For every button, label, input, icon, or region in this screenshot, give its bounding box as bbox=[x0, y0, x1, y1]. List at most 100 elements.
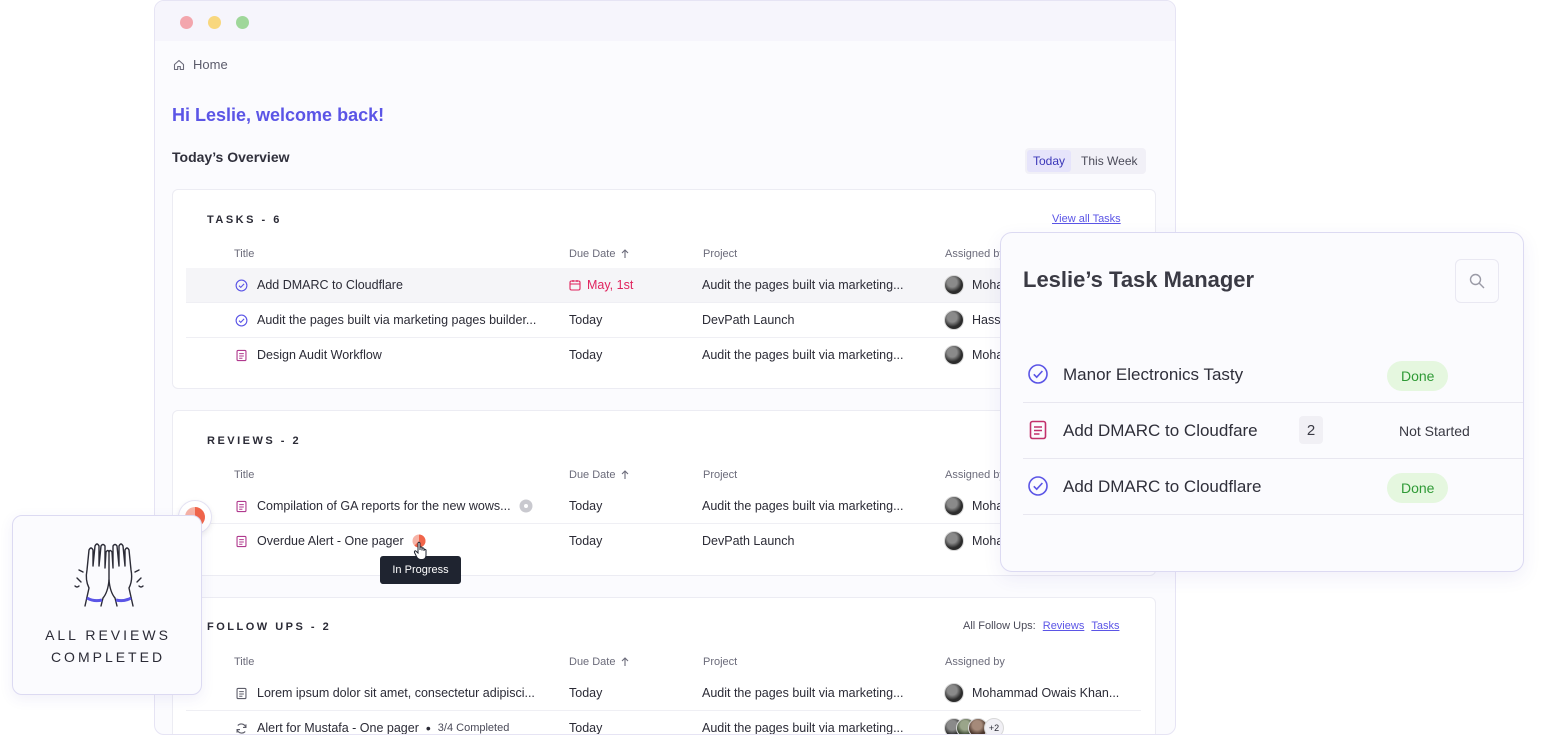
review-row[interactable]: Compilation of GA reports for the new wo… bbox=[186, 489, 1141, 524]
reviews-completed-line1: ALL REVIEWS bbox=[45, 627, 171, 643]
col-due-date-label: Due Date bbox=[569, 469, 616, 481]
home-icon bbox=[173, 59, 185, 70]
task-manager-item[interactable]: Add DMARC to Cloudflare Done bbox=[1023, 459, 1523, 515]
task-title[interactable]: Audit the pages built via marketing page… bbox=[257, 303, 536, 337]
filter-tasks-link[interactable]: Tasks bbox=[1091, 620, 1119, 632]
high-five-icon bbox=[74, 543, 144, 607]
reviews-completed-line2: COMPLETED bbox=[50, 649, 166, 665]
col-title[interactable]: Title bbox=[234, 656, 254, 668]
review-assignee: Moha bbox=[944, 489, 1003, 523]
review-project: Audit the pages built via marketing... bbox=[702, 499, 904, 513]
maximize-window-button[interactable] bbox=[236, 16, 249, 29]
tasks-heading: TASKS - 6 bbox=[207, 214, 282, 226]
status-badge[interactable]: Not Started bbox=[1399, 403, 1470, 459]
minimize-window-button[interactable] bbox=[208, 16, 221, 29]
avatar bbox=[944, 310, 964, 330]
status-badge[interactable]: Done bbox=[1387, 361, 1449, 391]
col-due-date[interactable]: Due Date bbox=[569, 248, 629, 260]
task-due-date-label: May, 1st bbox=[587, 278, 634, 292]
view-all-tasks-link[interactable]: View all Tasks bbox=[1052, 213, 1121, 225]
sort-arrow-up-icon bbox=[622, 249, 629, 258]
task-project: DevPath Launch bbox=[702, 313, 795, 327]
col-assigned-by[interactable]: Assigned by bbox=[945, 656, 1005, 668]
check-circle-icon bbox=[1028, 364, 1048, 384]
breadcrumb-home-label[interactable]: Home bbox=[193, 57, 228, 72]
review-title-label[interactable]: Overdue Alert - One pager bbox=[257, 534, 404, 548]
search-button[interactable] bbox=[1455, 259, 1499, 303]
review-due-date: Today bbox=[569, 534, 603, 548]
task-due-date: May, 1st bbox=[569, 268, 633, 302]
breadcrumb[interactable]: Home bbox=[173, 57, 228, 72]
tab-this-week[interactable]: This Week bbox=[1075, 150, 1143, 172]
task-manager-item[interactable]: Manor Electronics Tasty Done bbox=[1023, 347, 1523, 403]
task-manager-item[interactable]: Add DMARC to Cloudfare 2 Not Started bbox=[1023, 403, 1523, 459]
period-toggle: Today This Week bbox=[1025, 148, 1146, 174]
status-badge[interactable]: Done bbox=[1387, 473, 1449, 503]
not-started-icon bbox=[519, 499, 533, 513]
tab-today[interactable]: Today bbox=[1027, 150, 1072, 172]
task-assignee: Moha bbox=[944, 268, 1003, 302]
task-manager-item-label[interactable]: Manor Electronics Tasty bbox=[1063, 347, 1243, 403]
task-manager-card: Leslie’s Task Manager Manor Electronics … bbox=[1000, 232, 1524, 572]
review-assignee-name: Moha bbox=[972, 534, 1004, 548]
col-assigned-by[interactable]: Assigned by bbox=[945, 469, 1005, 481]
document-icon bbox=[1029, 420, 1047, 440]
follow-up-progress: 3/4 Completed bbox=[437, 722, 510, 734]
task-row[interactable]: Add DMARC to Cloudflare May, 1st Audit t… bbox=[186, 268, 1141, 303]
follow-up-row[interactable]: Alert for Mustafa - One pager • 3/4 Comple… bbox=[186, 711, 1141, 735]
task-manager-item-label[interactable]: Add DMARC to Cloudfare bbox=[1063, 403, 1258, 459]
avatar bbox=[944, 275, 964, 295]
avatar bbox=[944, 345, 964, 365]
review-assignee-name: Moha bbox=[972, 499, 1004, 513]
check-circle-icon bbox=[1028, 476, 1048, 496]
task-manager-item-label[interactable]: Add DMARC to Cloudflare bbox=[1063, 459, 1261, 515]
follow-ups-panel: FOLLOW UPS - 2 All Follow Ups: Reviews T… bbox=[172, 597, 1156, 735]
follow-up-assignee-name: Mohammad Owais Khan... bbox=[972, 686, 1120, 700]
follow-up-row[interactable]: Lorem ipsum dolor sit amet, consectetur … bbox=[186, 676, 1141, 711]
col-project[interactable]: Project bbox=[703, 656, 737, 668]
more-assignees-badge[interactable]: +2 bbox=[984, 718, 1004, 734]
follow-up-project: Audit the pages built via marketing... bbox=[702, 686, 904, 700]
task-project: Audit the pages built via marketing... bbox=[702, 348, 904, 362]
col-due-date[interactable]: Due Date bbox=[569, 656, 629, 668]
col-due-date-label: Due Date bbox=[569, 656, 616, 668]
col-title[interactable]: Title bbox=[234, 248, 254, 260]
overview-title: Today’s Overview bbox=[172, 149, 290, 165]
follow-up-assignees: +2 bbox=[944, 711, 1004, 734]
title-bar bbox=[155, 1, 1175, 41]
task-title[interactable]: Add DMARC to Cloudflare bbox=[257, 268, 403, 302]
follow-up-due-date: Today bbox=[569, 721, 603, 735]
welcome-heading: Hi Leslie, welcome back! bbox=[172, 105, 385, 125]
reviews-completed-card: ALL REVIEWS COMPLETED bbox=[12, 515, 202, 695]
sort-arrow-up-icon bbox=[622, 470, 629, 479]
close-window-button[interactable] bbox=[180, 16, 193, 29]
task-title[interactable]: Design Audit Workflow bbox=[257, 338, 382, 372]
follow-up-title[interactable]: Lorem ipsum dolor sit amet, consectetur … bbox=[257, 676, 535, 710]
task-assignee-name: Hass bbox=[972, 313, 1001, 327]
refresh-icon bbox=[236, 723, 247, 734]
col-assigned-by[interactable]: Assigned by bbox=[945, 248, 1005, 260]
avatar bbox=[944, 531, 964, 551]
task-due-date: Today bbox=[569, 348, 603, 362]
task-row[interactable]: Audit the pages built via marketing page… bbox=[186, 303, 1141, 338]
task-assignee: Hass bbox=[944, 303, 1000, 337]
task-due-date: Today bbox=[569, 313, 603, 327]
col-title[interactable]: Title bbox=[234, 469, 254, 481]
review-title[interactable]: Compilation of GA reports for the new wo… bbox=[257, 489, 533, 523]
follow-up-title-label[interactable]: Alert for Mustafa - One pager bbox=[257, 721, 419, 734]
col-due-date[interactable]: Due Date bbox=[569, 469, 629, 481]
task-assignee: Moha bbox=[944, 338, 1003, 372]
col-project[interactable]: Project bbox=[703, 248, 737, 260]
check-circle-icon bbox=[235, 314, 248, 327]
review-title[interactable]: Overdue Alert - One pager bbox=[257, 524, 426, 558]
review-title-label[interactable]: Compilation of GA reports for the new wo… bbox=[257, 499, 511, 513]
filter-reviews-link[interactable]: Reviews bbox=[1043, 620, 1085, 632]
follow-up-title[interactable]: Alert for Mustafa - One pager • 3/4 Comple… bbox=[257, 711, 510, 735]
document-icon bbox=[236, 349, 247, 362]
separator-dot: • bbox=[425, 720, 431, 735]
col-project[interactable]: Project bbox=[703, 469, 737, 481]
document-icon bbox=[236, 535, 247, 548]
task-row[interactable]: Design Audit Workflow Today Audit the pa… bbox=[186, 338, 1141, 373]
review-row[interactable]: Overdue Alert - One pager Today DevPath … bbox=[186, 524, 1141, 559]
review-project: DevPath Launch bbox=[702, 534, 795, 548]
